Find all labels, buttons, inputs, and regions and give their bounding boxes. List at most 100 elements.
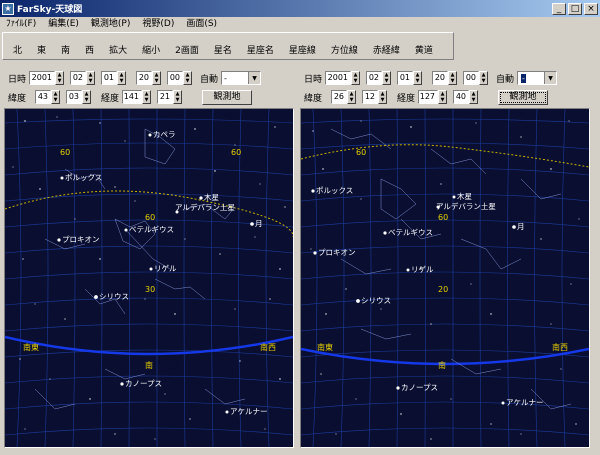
minute-field[interactable]: 00 <box>463 71 480 85</box>
star-label: ポルックス <box>316 186 353 195</box>
auto-select[interactable]: - ▼ <box>221 71 262 85</box>
observation-site-button[interactable]: 観測地 <box>498 89 549 105</box>
tool-zoom-in[interactable]: 拡大 <box>109 43 127 56</box>
latitude-degree-field[interactable]: 26 <box>331 90 348 104</box>
hour-spinner[interactable]: ▲ ▼ <box>448 71 458 85</box>
longitude-minute-field[interactable]: 21 <box>157 90 174 104</box>
minimize-button[interactable]: _ <box>552 2 566 15</box>
day-spinner[interactable]: ▲ ▼ <box>413 71 423 85</box>
window-title: FarSky-天球図 <box>17 5 83 15</box>
dropdown-arrow-icon[interactable]: ▼ <box>248 72 261 84</box>
hour-spinner[interactable]: ▲ ▼ <box>152 71 162 85</box>
direction-label-south: 南 <box>145 360 153 370</box>
tool-west[interactable]: 西 <box>85 43 94 56</box>
title-bar: ★ FarSky-天球図 _ □ × <box>0 0 600 17</box>
tool-dual-screen[interactable]: 2画面 <box>175 43 199 56</box>
tool-east[interactable]: 東 <box>37 43 46 56</box>
tool-south[interactable]: 南 <box>61 43 70 56</box>
location-row: 緯度 26 ▲ ▼ 12 ▲ ▼ 経度 127 ▲ ▼ 40 ▲ ▼ 観測地 <box>304 89 549 105</box>
minute-spinner[interactable]: ▲ ▼ <box>183 71 193 85</box>
up-arrow-icon: ▲ <box>353 71 358 78</box>
sky-chart[interactable]: ポルックス 木星 アルデバラン土星 ベテルギウス 月 プロキオン リゲル シリウ… <box>300 108 590 448</box>
star-label: アケルナー <box>506 398 544 407</box>
menu-bar: ﾌｧｲﾙ(F) 編集(E) 観測地(P) 視野(D) 画面(S) <box>0 17 600 31</box>
longitude-degree-field[interactable]: 141 <box>122 90 143 104</box>
up-arrow-icon: ▲ <box>57 71 62 78</box>
up-arrow-icon: ▲ <box>119 71 124 78</box>
star-label: シリウス <box>361 296 391 305</box>
month-field[interactable]: 02 <box>70 71 87 85</box>
close-button[interactable]: × <box>584 2 598 15</box>
longitude-degree-spinner[interactable]: ▲ ▼ <box>438 90 448 104</box>
left-panel: 日時 2001 ▲ ▼ 02 ▲ ▼ 01 ▲ ▼ 20 ▲ ▼ 00 ▲ ▼ 自動 - ▼… <box>2 66 296 450</box>
latitude-degree-spinner[interactable]: ▲ ▼ <box>347 90 357 104</box>
hour-field[interactable]: 20 <box>136 71 153 85</box>
latitude-minute-spinner[interactable]: ▲ ▼ <box>378 90 388 104</box>
month-spinner[interactable]: ▲ ▼ <box>382 71 392 85</box>
dropdown-arrow-icon[interactable]: ▼ <box>544 72 557 84</box>
auto-select[interactable]: - ▼ <box>517 71 558 85</box>
year-spinner[interactable]: ▲ ▼ <box>351 71 361 85</box>
star-label: プロキオン <box>318 248 356 257</box>
day-field[interactable]: 01 <box>397 71 414 85</box>
longitude-degree-field[interactable]: 127 <box>418 90 439 104</box>
longitude-minute-field[interactable]: 40 <box>453 90 470 104</box>
tool-azimuth-lines[interactable]: 方位線 <box>331 43 358 56</box>
menu-edit[interactable]: 編集(E) <box>42 17 85 31</box>
year-field[interactable]: 2001 <box>29 71 56 85</box>
year-spinner[interactable]: ▲ ▼ <box>55 71 65 85</box>
day-spinner[interactable]: ▲ ▼ <box>117 71 127 85</box>
menu-file[interactable]: ﾌｧｲﾙ(F) <box>0 17 42 31</box>
down-arrow-icon: ▼ <box>380 96 385 103</box>
star-label: ベテルギウス <box>388 228 433 237</box>
menu-screen[interactable]: 画面(S) <box>180 17 223 31</box>
month-spinner[interactable]: ▲ ▼ <box>86 71 96 85</box>
day-field[interactable]: 01 <box>101 71 118 85</box>
longitude-minute-spinner[interactable]: ▲ ▼ <box>469 90 479 104</box>
longitude-minute-spinner[interactable]: ▲ ▼ <box>173 90 183 104</box>
longitude-degree-spinner[interactable]: ▲ ▼ <box>142 90 152 104</box>
right-panel: 日時 2001 ▲ ▼ 02 ▲ ▼ 01 ▲ ▼ 20 ▲ ▼ 00 ▲ ▼ 自動 - ▼… <box>298 66 592 450</box>
star-label: アルデバラン土星 <box>436 201 496 211</box>
minute-field[interactable]: 00 <box>167 71 184 85</box>
up-arrow-icon: ▲ <box>84 90 89 97</box>
latitude-minute-field[interactable]: 12 <box>362 90 379 104</box>
degree-label: 60 <box>438 213 448 222</box>
star-label: 木星 <box>457 191 472 201</box>
month-field[interactable]: 02 <box>366 71 383 85</box>
minute-spinner[interactable]: ▲ ▼ <box>479 71 489 85</box>
menu-site[interactable]: 観測地(P) <box>85 17 136 31</box>
tool-ecliptic[interactable]: 黄道 <box>415 43 433 56</box>
observation-site-button[interactable]: 観測地 <box>202 89 253 105</box>
latitude-minute-spinner[interactable]: ▲ ▼ <box>82 90 92 104</box>
tool-constellation-names[interactable]: 星座名 <box>247 43 274 56</box>
degree-label: 60 <box>145 213 155 222</box>
tool-constellation-lines[interactable]: 星座線 <box>289 43 316 56</box>
hour-field[interactable]: 20 <box>432 71 449 85</box>
sky-map[interactable]: ポルックス 木星 アルデバラン土星 ベテルギウス 月 プロキオン リゲル シリウ… <box>301 109 589 447</box>
tool-north[interactable]: 北 <box>13 43 22 56</box>
up-arrow-icon: ▲ <box>185 71 190 78</box>
up-arrow-icon: ▲ <box>175 90 180 97</box>
year-field[interactable]: 2001 <box>325 71 352 85</box>
down-arrow-icon: ▼ <box>440 96 445 103</box>
up-arrow-icon: ▲ <box>471 90 476 97</box>
tool-star-names[interactable]: 星名 <box>214 43 232 56</box>
sky-map[interactable]: カペラ ポルックス 木星 アルデバラン土星 プロキオン ベテルギウス 月 リゲル… <box>5 109 293 447</box>
star-label: ポルックス <box>65 173 102 182</box>
star-label: カノープス <box>401 383 438 392</box>
tool-zoom-out[interactable]: 縮小 <box>142 43 160 56</box>
maximize-button[interactable]: □ <box>568 2 582 15</box>
latitude-degree-spinner[interactable]: ▲ ▼ <box>51 90 61 104</box>
up-arrow-icon: ▲ <box>384 71 389 78</box>
longitude-label: 経度 <box>101 93 120 104</box>
auto-label: 自動 <box>496 74 515 85</box>
down-arrow-icon: ▼ <box>88 77 93 84</box>
latitude-degree-field[interactable]: 43 <box>35 90 52 104</box>
down-arrow-icon: ▼ <box>384 77 389 84</box>
latitude-minute-field[interactable]: 03 <box>66 90 83 104</box>
tool-ra-dec[interactable]: 赤経緯 <box>373 43 400 56</box>
menu-view[interactable]: 視野(D) <box>136 17 180 31</box>
sky-chart[interactable]: カペラ ポルックス 木星 アルデバラン土星 プロキオン ベテルギウス 月 リゲル… <box>4 108 294 448</box>
down-arrow-icon: ▼ <box>84 96 89 103</box>
